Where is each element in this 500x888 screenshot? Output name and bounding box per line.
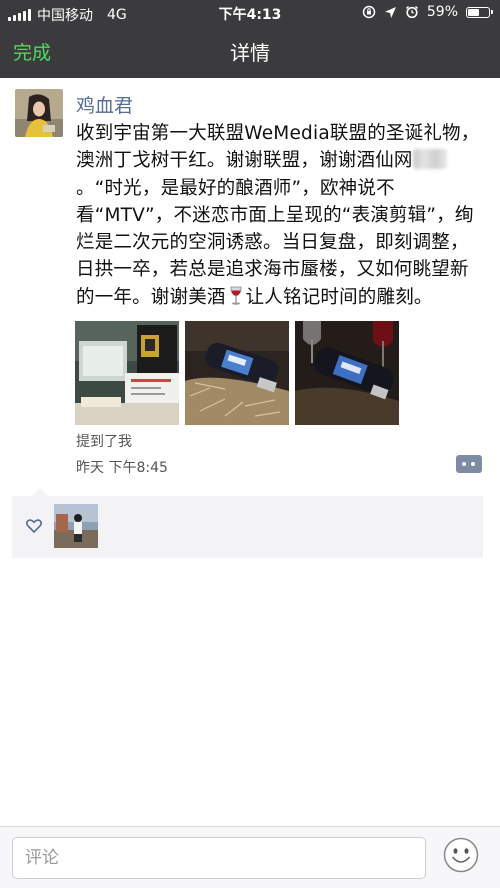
photo-1[interactable] [75,321,179,425]
post-text-part3: 让人铭记时间的雕刻。 [245,286,433,308]
likes-panel [12,488,483,558]
alarm-icon [405,5,418,19]
status-bar: 中国移动 4G 下午4:13 59% [0,0,500,26]
blurred-text [412,149,447,170]
photo-2[interactable] [185,321,289,425]
post-text: 收到宇宙第一大联盟WeMedia联盟的圣诞礼物，澳洲丁戈树干红。谢谢联盟，谢谢酒… [76,120,486,311]
author-avatar[interactable] [15,89,63,137]
mentioned-me-label: 提到了我 [76,434,132,450]
comment-bar [0,826,500,888]
photo-3[interactable] [295,321,399,425]
battery-percent: 59% [426,4,458,20]
liker-avatar[interactable] [54,504,98,548]
photo-grid [75,321,399,425]
page-title: 详情 [230,41,270,65]
post-timestamp: 昨天 下午8:45 [76,460,168,476]
emoji-icon [443,837,479,873]
top-bar: 中国移动 4G 下午4:13 59% 完成 详情 [0,0,500,78]
orientation-lock-icon [362,5,376,19]
wine-glass-icon [230,286,242,305]
comment-input[interactable] [12,837,426,879]
location-icon [384,6,396,18]
author-name[interactable]: 鸡血君 [76,91,133,118]
heart-icon [26,519,42,533]
emoji-button[interactable] [443,837,479,873]
more-actions-button[interactable] [456,455,482,473]
battery-icon [466,6,493,18]
